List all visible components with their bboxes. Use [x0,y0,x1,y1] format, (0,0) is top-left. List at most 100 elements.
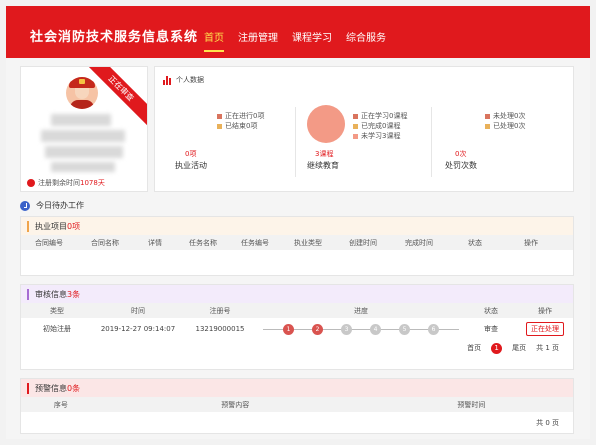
top-header: 社会消防技术服务信息系统 首页 注册管理 课程学习 综合服务 [6,6,590,58]
hat-badge-icon [79,79,85,84]
cell-type: 初始注册 [43,325,71,333]
table-header: 类型 时间 注册号 进度 状态 操作 [21,303,573,318]
avatar [66,77,98,109]
nav-registration[interactable]: 注册管理 [238,29,278,52]
legend-item: 未学习3课程 [353,131,407,141]
pager-total: 共 0 页 [536,419,559,427]
col-status: 状态 [484,306,498,315]
legend-label: 正在进行0项 [225,112,265,120]
education-value: 3课程 [315,150,334,158]
progress-step: 4 [370,323,381,335]
col-warning-content: 预警内容 [221,400,250,409]
app-window: 社会消防技术服务信息系统 首页 注册管理 课程学习 综合服务 正在审查 注册剩余 [6,6,590,439]
remain-label: 注册剩余时间 [38,179,80,187]
cell-reg-no: 13219000015 [195,325,245,333]
warning-pager: 共 0 页 [21,412,573,434]
col-progress: 进度 [354,306,368,315]
legend-swatch [353,123,358,129]
progress-step: 3 [341,323,352,335]
section-title: 审核信息 [35,289,67,299]
col-action: 操作 [538,306,552,315]
legend-swatch [217,113,222,119]
stats-header: 个人数据 [163,75,204,85]
todo-heading: 今日待办工作 [20,200,84,211]
nav-services[interactable]: 综合服务 [346,29,386,52]
table-header: 合同编号 合同名称 详情 任务名称 任务编号 执业类型 创建时间 完成时间 状态… [21,235,573,250]
divider [295,107,296,177]
legend-item: 正在学习0课程 [353,111,407,121]
penalty-label[interactable]: 处罚次数 [445,160,477,171]
main-content: 正在审查 注册剩余时间 1078天 个人数据 正在进行0项 已结束0项 0项 执… [6,58,590,439]
section-header: 预警信息 0条 [21,379,573,397]
section-accent [27,288,29,300]
review-section: 审核信息 3条 类型 时间 注册号 进度 状态 操作 初始注册 2019-12-… [20,284,574,370]
practice-legend: 正在进行0项 已结束0项 [217,111,264,131]
practice-value: 0项 [185,150,197,158]
progress-steps: 1 2 3 4 5 6 [257,323,465,335]
registration-remaining: 注册剩余时间 1078天 [27,178,105,188]
col-finished: 完成时间 [405,238,433,247]
pager-total: 共 1 页 [536,344,559,352]
legend-item: 已完成0课程 [353,121,407,131]
col-contract-no: 合同编号 [35,238,63,247]
legend-item: 未处理0次 [485,111,525,121]
education-pie [307,105,345,143]
section-count: 3条 [67,289,81,299]
col-time: 时间 [131,306,145,315]
legend-item: 已结束0项 [217,121,264,131]
cell-status: 审查 [484,325,498,333]
col-status: 状态 [468,238,482,247]
col-practice-type: 执业类型 [294,238,322,247]
avatar-face [75,88,89,99]
col-type: 类型 [50,306,64,315]
review-pager: 首页 1 尾页 共 1 页 [21,340,573,356]
nav-courses[interactable]: 课程学习 [292,29,332,52]
redacted-info [45,146,123,158]
section-count: 0项 [67,221,81,231]
main-nav: 首页 注册管理 课程学习 综合服务 [204,29,400,52]
legend-swatch [485,123,490,129]
progress-step: 2 [312,323,323,335]
col-created: 创建时间 [349,238,377,247]
practice-label[interactable]: 执业活动 [175,160,207,171]
penalty-legend: 未处理0次 已处理0次 [485,111,525,131]
legend-label: 未学习3课程 [361,132,401,140]
legend-swatch [353,113,358,119]
nav-home[interactable]: 首页 [204,29,224,52]
legend-swatch [485,113,490,119]
col-action: 操作 [524,238,538,247]
redacted-name [51,114,111,126]
penalty-value: 0次 [455,150,467,158]
pager-last[interactable]: 尾页 [512,343,526,353]
legend-label: 未处理0次 [493,112,526,120]
processing-button[interactable]: 正在处理 [526,322,564,336]
section-accent [27,382,29,394]
legend-swatch [353,133,358,139]
avatar-body [70,100,94,109]
legend-label: 已完成0课程 [361,122,401,130]
app-title: 社会消防技术服务信息系统 [30,30,199,45]
divider [431,107,432,177]
col-task-name: 任务名称 [189,238,217,247]
pager-first[interactable]: 首页 [467,343,481,353]
section-count: 0条 [67,383,81,393]
redacted-info [51,162,115,172]
warning-section: 预警信息 0条 序号 预警内容 预警时间 共 0 页 [20,378,574,434]
progress-step: 6 [428,323,439,335]
section-header: 审核信息 3条 [21,285,573,303]
legend-label: 已处理0次 [493,122,526,130]
remain-days: 1078天 [80,179,105,187]
col-index: 序号 [53,400,68,409]
cell-action: 正在处理 [517,322,573,336]
legend-item: 已处理0次 [485,121,525,131]
stats-title: 个人数据 [176,76,204,84]
education-legend: 正在学习0课程 已完成0课程 未学习3课程 [353,111,407,141]
education-label[interactable]: 继续教育 [307,160,339,171]
progress-step: 5 [399,323,410,335]
section-title: 预警信息 [35,383,67,393]
legend-swatch [217,123,222,129]
section-header: 执业项目 0项 [21,217,573,235]
pager-current[interactable]: 1 [491,342,503,354]
redacted-info [41,130,125,142]
table-header: 序号 预警内容 预警时间 [21,397,573,412]
